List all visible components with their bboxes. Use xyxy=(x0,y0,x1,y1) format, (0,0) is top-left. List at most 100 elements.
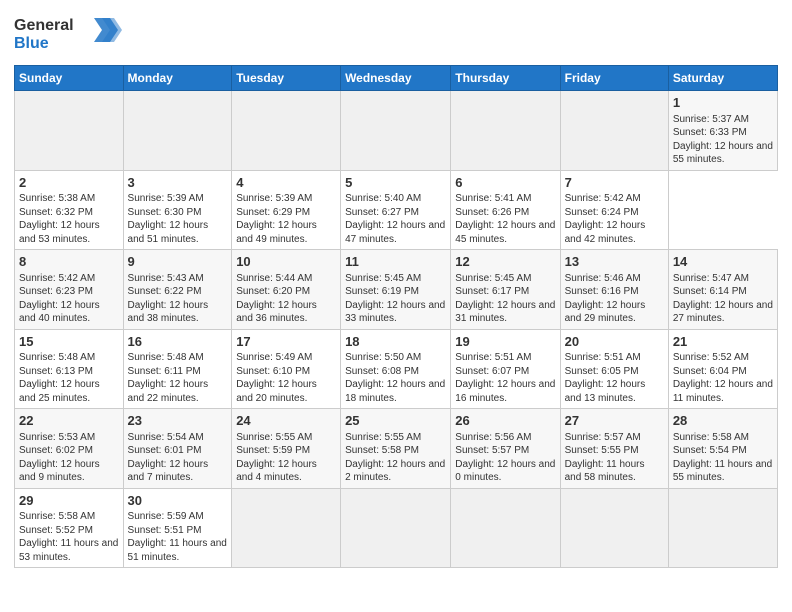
daylight-text: Daylight: 12 hours and 4 minutes. xyxy=(236,458,336,485)
sunrise-text: Sunrise: 5:37 AM xyxy=(673,113,773,127)
calendar-cell: 25Sunrise: 5:55 AMSunset: 5:58 PMDayligh… xyxy=(341,409,451,489)
sunset-text: Sunset: 5:51 PM xyxy=(128,524,228,538)
sunrise-text: Sunrise: 5:56 AM xyxy=(455,431,555,445)
calendar-cell: 5Sunrise: 5:40 AMSunset: 6:27 PMDaylight… xyxy=(341,170,451,250)
sunset-text: Sunset: 5:57 PM xyxy=(455,444,555,458)
daylight-text: Daylight: 12 hours and 36 minutes. xyxy=(236,299,336,326)
calendar-cell xyxy=(560,91,668,171)
day-number: 6 xyxy=(455,174,555,192)
week-row-2: 8Sunrise: 5:42 AMSunset: 6:23 PMDaylight… xyxy=(15,250,778,330)
day-number: 8 xyxy=(19,253,119,271)
calendar-cell: 13Sunrise: 5:46 AMSunset: 6:16 PMDayligh… xyxy=(560,250,668,330)
week-row-0: 1Sunrise: 5:37 AMSunset: 6:33 PMDaylight… xyxy=(15,91,778,171)
day-number: 23 xyxy=(128,412,228,430)
calendar-cell xyxy=(451,488,560,568)
calendar-cell xyxy=(451,91,560,171)
sunset-text: Sunset: 6:22 PM xyxy=(128,285,228,299)
day-number: 24 xyxy=(236,412,336,430)
sunset-text: Sunset: 6:29 PM xyxy=(236,206,336,220)
sunrise-text: Sunrise: 5:55 AM xyxy=(345,431,446,445)
sunset-text: Sunset: 6:19 PM xyxy=(345,285,446,299)
daylight-text: Daylight: 12 hours and 16 minutes. xyxy=(455,378,555,405)
sunrise-text: Sunrise: 5:48 AM xyxy=(128,351,228,365)
sunset-text: Sunset: 6:20 PM xyxy=(236,285,336,299)
daylight-text: Daylight: 11 hours and 58 minutes. xyxy=(565,458,664,485)
day-number: 19 xyxy=(455,333,555,351)
daylight-text: Daylight: 12 hours and 53 minutes. xyxy=(19,219,119,246)
calendar-cell: 21Sunrise: 5:52 AMSunset: 6:04 PMDayligh… xyxy=(668,329,777,409)
calendar-container: General Blue SundayMondayTuesdayWednesda… xyxy=(0,0,792,576)
daylight-text: Daylight: 12 hours and 38 minutes. xyxy=(128,299,228,326)
sunrise-text: Sunrise: 5:38 AM xyxy=(19,192,119,206)
daylight-text: Daylight: 12 hours and 40 minutes. xyxy=(19,299,119,326)
sunset-text: Sunset: 6:23 PM xyxy=(19,285,119,299)
header-row: SundayMondayTuesdayWednesdayThursdayFrid… xyxy=(15,66,778,91)
sunset-text: Sunset: 6:24 PM xyxy=(565,206,664,220)
calendar-cell xyxy=(341,488,451,568)
header-cell-sunday: Sunday xyxy=(15,66,124,91)
sunset-text: Sunset: 6:30 PM xyxy=(128,206,228,220)
sunset-text: Sunset: 6:04 PM xyxy=(673,365,773,379)
day-number: 3 xyxy=(128,174,228,192)
daylight-text: Daylight: 12 hours and 45 minutes. xyxy=(455,219,555,246)
sunrise-text: Sunrise: 5:46 AM xyxy=(565,272,664,286)
day-number: 7 xyxy=(565,174,664,192)
day-number: 25 xyxy=(345,412,446,430)
header-cell-wednesday: Wednesday xyxy=(341,66,451,91)
daylight-text: Daylight: 12 hours and 9 minutes. xyxy=(19,458,119,485)
header-cell-friday: Friday xyxy=(560,66,668,91)
calendar-cell: 26Sunrise: 5:56 AMSunset: 5:57 PMDayligh… xyxy=(451,409,560,489)
day-number: 14 xyxy=(673,253,773,271)
sunset-text: Sunset: 6:10 PM xyxy=(236,365,336,379)
sunrise-text: Sunrise: 5:44 AM xyxy=(236,272,336,286)
sunset-text: Sunset: 5:54 PM xyxy=(673,444,773,458)
calendar-cell: 27Sunrise: 5:57 AMSunset: 5:55 PMDayligh… xyxy=(560,409,668,489)
calendar-cell: 12Sunrise: 5:45 AMSunset: 6:17 PMDayligh… xyxy=(451,250,560,330)
day-number: 1 xyxy=(673,94,773,112)
day-number: 22 xyxy=(19,412,119,430)
day-number: 21 xyxy=(673,333,773,351)
sunrise-text: Sunrise: 5:51 AM xyxy=(565,351,664,365)
calendar-cell: 9Sunrise: 5:43 AMSunset: 6:22 PMDaylight… xyxy=(123,250,232,330)
daylight-text: Daylight: 12 hours and 33 minutes. xyxy=(345,299,446,326)
sunrise-text: Sunrise: 5:53 AM xyxy=(19,431,119,445)
sunrise-text: Sunrise: 5:39 AM xyxy=(128,192,228,206)
sunset-text: Sunset: 6:17 PM xyxy=(455,285,555,299)
daylight-text: Daylight: 12 hours and 47 minutes. xyxy=(345,219,446,246)
sunrise-text: Sunrise: 5:55 AM xyxy=(236,431,336,445)
day-number: 12 xyxy=(455,253,555,271)
day-number: 4 xyxy=(236,174,336,192)
sunrise-text: Sunrise: 5:48 AM xyxy=(19,351,119,365)
calendar-cell: 7Sunrise: 5:42 AMSunset: 6:24 PMDaylight… xyxy=(560,170,668,250)
daylight-text: Daylight: 11 hours and 51 minutes. xyxy=(128,537,228,564)
sunset-text: Sunset: 6:33 PM xyxy=(673,126,773,140)
sunset-text: Sunset: 5:52 PM xyxy=(19,524,119,538)
header: General Blue xyxy=(14,10,778,59)
calendar-cell: 18Sunrise: 5:50 AMSunset: 6:08 PMDayligh… xyxy=(341,329,451,409)
sunset-text: Sunset: 6:11 PM xyxy=(128,365,228,379)
calendar-cell: 1Sunrise: 5:37 AMSunset: 6:33 PMDaylight… xyxy=(668,91,777,171)
day-number: 27 xyxy=(565,412,664,430)
calendar-table: SundayMondayTuesdayWednesdayThursdayFrid… xyxy=(14,65,778,568)
daylight-text: Daylight: 11 hours and 55 minutes. xyxy=(673,458,773,485)
sunrise-text: Sunrise: 5:58 AM xyxy=(673,431,773,445)
calendar-cell: 16Sunrise: 5:48 AMSunset: 6:11 PMDayligh… xyxy=(123,329,232,409)
sunset-text: Sunset: 6:02 PM xyxy=(19,444,119,458)
calendar-cell: 15Sunrise: 5:48 AMSunset: 6:13 PMDayligh… xyxy=(15,329,124,409)
day-number: 13 xyxy=(565,253,664,271)
sunset-text: Sunset: 6:05 PM xyxy=(565,365,664,379)
day-number: 17 xyxy=(236,333,336,351)
sunrise-text: Sunrise: 5:43 AM xyxy=(128,272,228,286)
calendar-cell: 10Sunrise: 5:44 AMSunset: 6:20 PMDayligh… xyxy=(232,250,341,330)
logo: General Blue xyxy=(14,10,124,59)
sunset-text: Sunset: 6:14 PM xyxy=(673,285,773,299)
day-number: 10 xyxy=(236,253,336,271)
day-number: 16 xyxy=(128,333,228,351)
day-number: 5 xyxy=(345,174,446,192)
calendar-cell: 20Sunrise: 5:51 AMSunset: 6:05 PMDayligh… xyxy=(560,329,668,409)
sunrise-text: Sunrise: 5:54 AM xyxy=(128,431,228,445)
day-number: 15 xyxy=(19,333,119,351)
week-row-4: 22Sunrise: 5:53 AMSunset: 6:02 PMDayligh… xyxy=(15,409,778,489)
sunset-text: Sunset: 6:27 PM xyxy=(345,206,446,220)
sunrise-text: Sunrise: 5:49 AM xyxy=(236,351,336,365)
